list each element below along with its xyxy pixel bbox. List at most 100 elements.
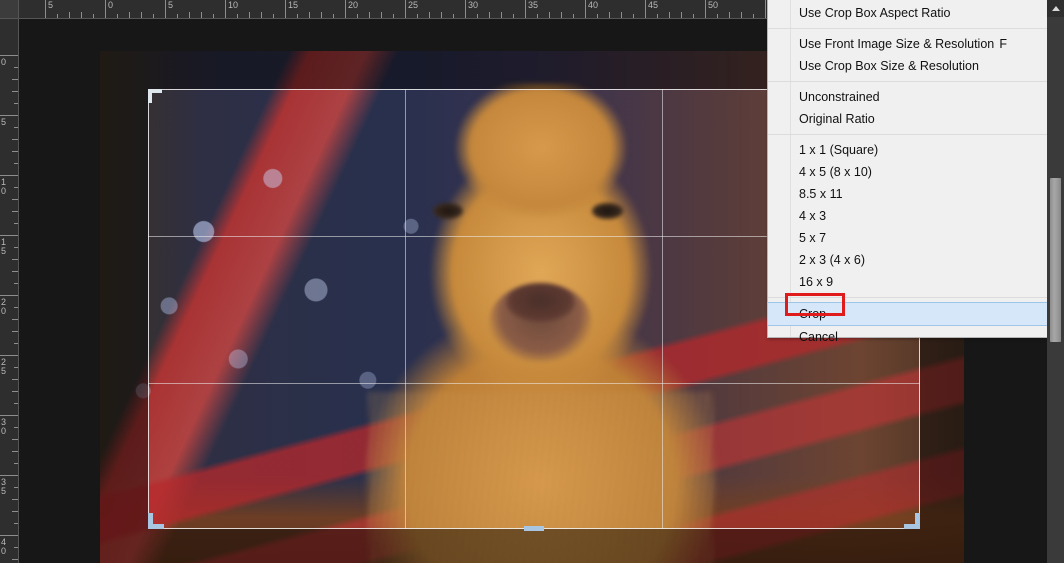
ruler-tick-major: [0, 475, 18, 476]
crop-handle-bottom-center[interactable]: [524, 526, 544, 531]
menu-item-unconstrained[interactable]: Unconstrained: [768, 86, 1051, 108]
ruler-tick-minor: [12, 139, 18, 140]
ruler-tick-minor: [537, 14, 538, 18]
ruler-tick-minor: [12, 211, 18, 212]
ruler-tick-minor: [12, 499, 18, 500]
ruler-tick-minor: [609, 12, 610, 18]
ruler-tick-minor: [237, 14, 238, 18]
menu-item-list: Use Crop Box Aspect Ratio Use Front Image…: [768, 0, 1051, 348]
ruler-tick-major: [405, 0, 406, 18]
ruler-tick-major: [0, 235, 18, 236]
ruler-tick-major: [765, 0, 766, 18]
ruler-tick-major: [225, 0, 226, 18]
ruler-tick-minor: [14, 523, 18, 524]
ruler-tick-minor: [657, 14, 658, 18]
ruler-tick-minor: [381, 12, 382, 18]
ruler-tick-major: [165, 0, 166, 18]
menu-item-4-x-5-8-x-10[interactable]: 4 x 5 (8 x 10): [768, 161, 1051, 183]
ruler-tick-minor: [333, 14, 334, 18]
ruler-tick-minor: [153, 14, 154, 18]
ruler-label: 5: [1, 118, 10, 127]
ruler-tick-minor: [357, 14, 358, 18]
crop-options-context-menu[interactable]: Use Crop Box Aspect Ratio Use Front Image…: [767, 0, 1052, 338]
ruler-tick-major: [0, 175, 18, 176]
menu-item-use-front-image-size-resolution[interactable]: Use Front Image Size & ResolutionF: [768, 33, 1051, 55]
ruler-label: 15: [288, 1, 298, 10]
ruler-tick-minor: [393, 14, 394, 18]
menu-item-16-x-9[interactable]: 16 x 9: [768, 271, 1051, 293]
ruler-origin-corner[interactable]: [0, 0, 19, 19]
vertical-scrollbar[interactable]: [1047, 0, 1064, 563]
ruler-tick-minor: [729, 12, 730, 18]
ruler-tick-minor: [213, 14, 214, 18]
menu-item-label: Cancel: [799, 330, 838, 344]
menu-item-label: 2 x 3 (4 x 6): [799, 253, 865, 267]
menu-item-label: Crop: [799, 307, 826, 321]
menu-item-2-x-3-4-x-6[interactable]: 2 x 3 (4 x 6): [768, 249, 1051, 271]
ruler-tick-minor: [14, 343, 18, 344]
ruler-tick-minor: [14, 163, 18, 164]
menu-item-use-crop-box-size-resolution[interactable]: Use Crop Box Size & Resolution: [768, 55, 1051, 77]
ruler-tick-minor: [14, 187, 18, 188]
ruler-tick-major: [0, 115, 18, 116]
menu-item-shortcut: F: [999, 33, 1007, 55]
ruler-tick-minor: [12, 199, 18, 200]
ruler-tick-minor: [321, 12, 322, 18]
ruler-label: 1 0: [1, 178, 10, 196]
ruler-tick-minor: [753, 14, 754, 18]
ruler-tick-minor: [429, 12, 430, 18]
crop-handle-top-left[interactable]: [148, 89, 164, 105]
ruler-tick-minor: [129, 12, 130, 18]
ruler-tick-minor: [14, 67, 18, 68]
ruler-tick-minor: [681, 12, 682, 18]
menu-item-1-x-1-square[interactable]: 1 x 1 (Square): [768, 139, 1051, 161]
crop-handle-bottom-left[interactable]: [148, 511, 166, 529]
ruler-tick-minor: [57, 14, 58, 18]
menu-item-label: Use Crop Box Size & Resolution: [799, 59, 979, 73]
ruler-tick-minor: [309, 12, 310, 18]
scrollbar-thumb[interactable]: [1050, 178, 1061, 342]
ruler-label: 1 5: [1, 238, 10, 256]
menu-separator: [768, 28, 1051, 29]
menu-item-label: 5 x 7: [799, 231, 826, 245]
menu-separator: [768, 297, 1051, 298]
menu-item-4-x-3[interactable]: 4 x 3: [768, 205, 1051, 227]
ruler-tick-minor: [12, 319, 18, 320]
crop-handle-bottom-right[interactable]: [902, 511, 920, 529]
ruler-tick-minor: [69, 12, 70, 18]
menu-item-5-x-7[interactable]: 5 x 7: [768, 227, 1051, 249]
ruler-tick-minor: [14, 403, 18, 404]
vertical-ruler[interactable]: 051 01 52 02 53 03 54 0: [0, 19, 19, 563]
ruler-tick-minor: [14, 463, 18, 464]
ruler-tick-minor: [14, 427, 18, 428]
ruler-tick-minor: [12, 79, 18, 80]
menu-item-crop[interactable]: Crop: [767, 302, 1052, 326]
ruler-label: 3 0: [1, 418, 10, 436]
ruler-label: 45: [648, 1, 658, 10]
menu-item-original-ratio[interactable]: Original Ratio: [768, 108, 1051, 130]
menu-item-label: Unconstrained: [799, 90, 880, 104]
ruler-tick-minor: [417, 14, 418, 18]
menu-item-use-crop-box-aspect-ratio[interactable]: Use Crop Box Aspect Ratio: [768, 2, 1051, 24]
ruler-tick-minor: [81, 12, 82, 18]
ruler-tick-major: [705, 0, 706, 18]
ruler-tick-minor: [177, 14, 178, 18]
menu-item-8-5-x-11[interactable]: 8.5 x 11: [768, 183, 1051, 205]
ruler-tick-minor: [12, 91, 18, 92]
ruler-tick-minor: [273, 14, 274, 18]
scroll-up-arrow-icon[interactable]: [1047, 0, 1064, 17]
ruler-tick-minor: [261, 12, 262, 18]
ruler-tick-minor: [12, 151, 18, 152]
ruler-tick-minor: [12, 451, 18, 452]
ruler-tick-major: [525, 0, 526, 18]
ruler-tick-minor: [12, 439, 18, 440]
ruler-tick-minor: [741, 12, 742, 18]
ruler-tick-minor: [573, 14, 574, 18]
ruler-tick-minor: [12, 391, 18, 392]
menu-item-cancel[interactable]: Cancel: [768, 326, 1051, 348]
ruler-tick-minor: [621, 12, 622, 18]
ruler-tick-minor: [249, 12, 250, 18]
ruler-label: 2 0: [1, 298, 10, 316]
ruler-tick-minor: [561, 12, 562, 18]
ruler-tick-minor: [597, 14, 598, 18]
